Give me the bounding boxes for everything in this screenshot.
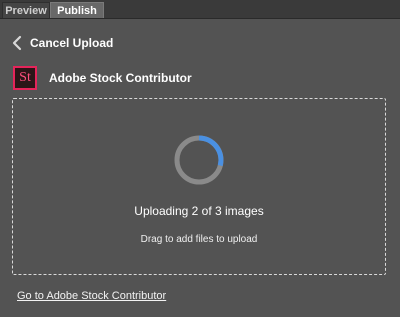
upload-status: Uploading 2 of 3 images [134,204,264,218]
upload-dropzone[interactable]: Uploading 2 of 3 images Drag to add file… [12,98,386,275]
tab-publish[interactable]: Publish [50,2,104,18]
dropzone-hint: Drag to add files to upload [140,234,258,245]
cancel-upload-button[interactable]: Cancel Upload [11,34,113,52]
service-header: St Adobe Stock Contributor [13,66,192,90]
progress-spinner-icon [174,135,224,185]
cancel-upload-label: Cancel Upload [30,36,114,50]
tab-preview[interactable]: Preview [2,2,50,18]
service-name: Adobe Stock Contributor [49,71,192,85]
go-to-stock-contributor-link[interactable]: Go to Adobe Stock Contributor [17,290,166,302]
chevron-left-icon [12,35,22,51]
panel-tab-bar: Preview Publish [0,0,400,19]
adobe-stock-logo-icon: St [13,66,37,90]
